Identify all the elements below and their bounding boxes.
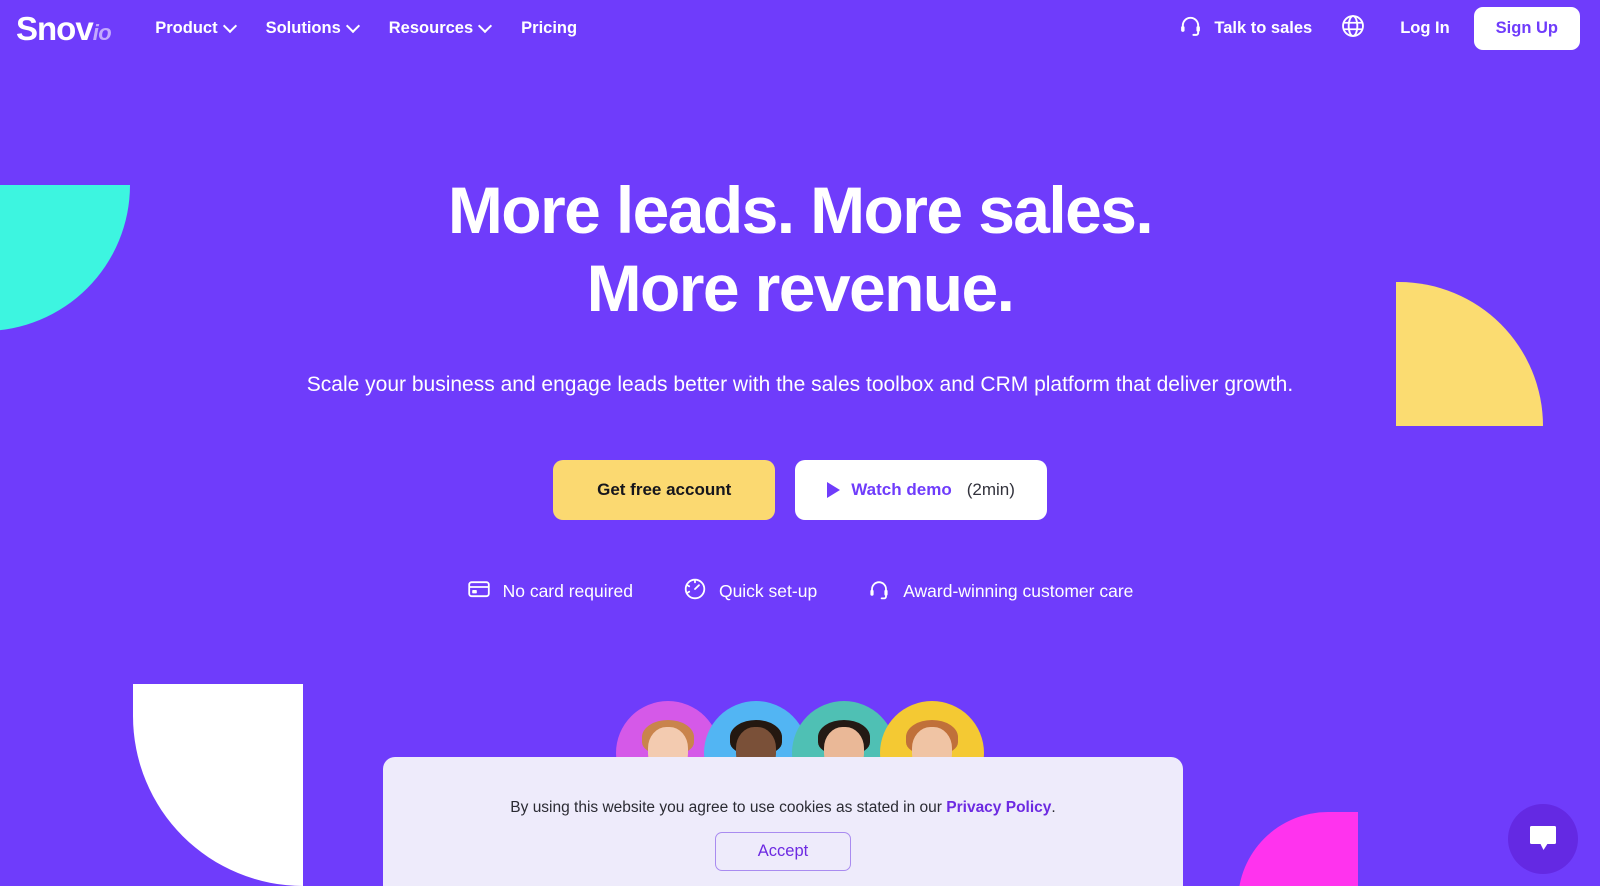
cookie-consent-banner: By using this website you agree to use c… <box>383 757 1183 886</box>
login-link[interactable]: Log In <box>1400 19 1449 38</box>
credit-card-icon <box>467 577 491 606</box>
talk-to-sales-label: Talk to sales <box>1214 18 1313 37</box>
feature-award-winning-care: Award-winning customer care <box>867 577 1133 606</box>
feature-label: No card required <box>502 580 633 601</box>
nav-item-label: Product <box>155 18 218 37</box>
feature-quick-setup: Quick set-up <box>683 577 817 606</box>
signup-button[interactable]: Sign Up <box>1473 6 1580 50</box>
brand-logo-suffix: io <box>92 19 112 45</box>
feature-label: Award-winning customer care <box>903 580 1134 601</box>
get-free-account-button[interactable]: Get free account <box>553 459 776 520</box>
hero-section: More leads. More sales. More revenue. Sc… <box>0 56 1600 606</box>
globe-icon <box>1340 13 1366 44</box>
cookie-text-after: . <box>1051 799 1056 816</box>
privacy-policy-link[interactable]: Privacy Policy <box>946 799 1051 816</box>
header-actions: Talk to sales Log In Sign Up <box>1179 6 1580 50</box>
nav-item-solutions[interactable]: Solutions <box>266 19 359 38</box>
nav-item-pricing[interactable]: Pricing <box>521 19 577 38</box>
chevron-down-icon <box>480 21 491 32</box>
watch-demo-button[interactable]: Watch demo (2min) <box>795 459 1047 520</box>
primary-nav: Product Solutions Resources Pricing <box>155 19 577 38</box>
language-switcher[interactable] <box>1340 13 1366 44</box>
watch-demo-duration: (2min) <box>966 479 1015 499</box>
feature-label: Quick set-up <box>718 580 818 601</box>
nav-item-label: Solutions <box>265 18 341 37</box>
gauge-icon <box>683 577 707 606</box>
chevron-down-icon <box>225 21 236 32</box>
brand-logo-name: Snov <box>16 9 94 47</box>
cookie-text-before: By using this website you agree to use c… <box>510 799 947 816</box>
hero-subtitle: Scale your business and engage leads bet… <box>306 372 1294 396</box>
chat-widget-button[interactable] <box>1508 804 1578 874</box>
headset-icon <box>867 577 891 606</box>
feature-no-card-required: No card required <box>467 577 633 606</box>
brand-logo[interactable]: Snov io <box>16 9 112 47</box>
nav-item-label: Pricing <box>521 18 578 37</box>
watch-demo-label: Watch demo <box>851 479 952 499</box>
nav-item-label: Resources <box>388 18 474 37</box>
cookie-accept-button[interactable]: Accept <box>714 831 852 871</box>
hero-cta-row: Get free account Watch demo (2min) <box>0 459 1600 520</box>
cookie-consent-text: By using this website you agree to use c… <box>383 797 1183 819</box>
headset-icon <box>1179 14 1202 42</box>
hero-title-line-1: More leads. More sales. <box>447 173 1154 247</box>
play-icon <box>827 481 841 498</box>
site-header: Snov io Product Solutions Resources Prici… <box>0 0 1600 56</box>
decor-quarter-circle-pink <box>1238 812 1358 886</box>
talk-to-sales-link[interactable]: Talk to sales <box>1179 14 1312 42</box>
hero-title: More leads. More sales. More revenue. <box>350 172 1250 328</box>
hero-title-line-2: More revenue. <box>586 250 1015 325</box>
hero-feature-list: No card required Quick set-up Award-winn… <box>0 577 1600 606</box>
chat-bubble-icon <box>1527 823 1559 856</box>
chevron-down-icon <box>348 21 359 32</box>
nav-item-product[interactable]: Product <box>155 19 235 38</box>
nav-item-resources[interactable]: Resources <box>389 19 491 38</box>
